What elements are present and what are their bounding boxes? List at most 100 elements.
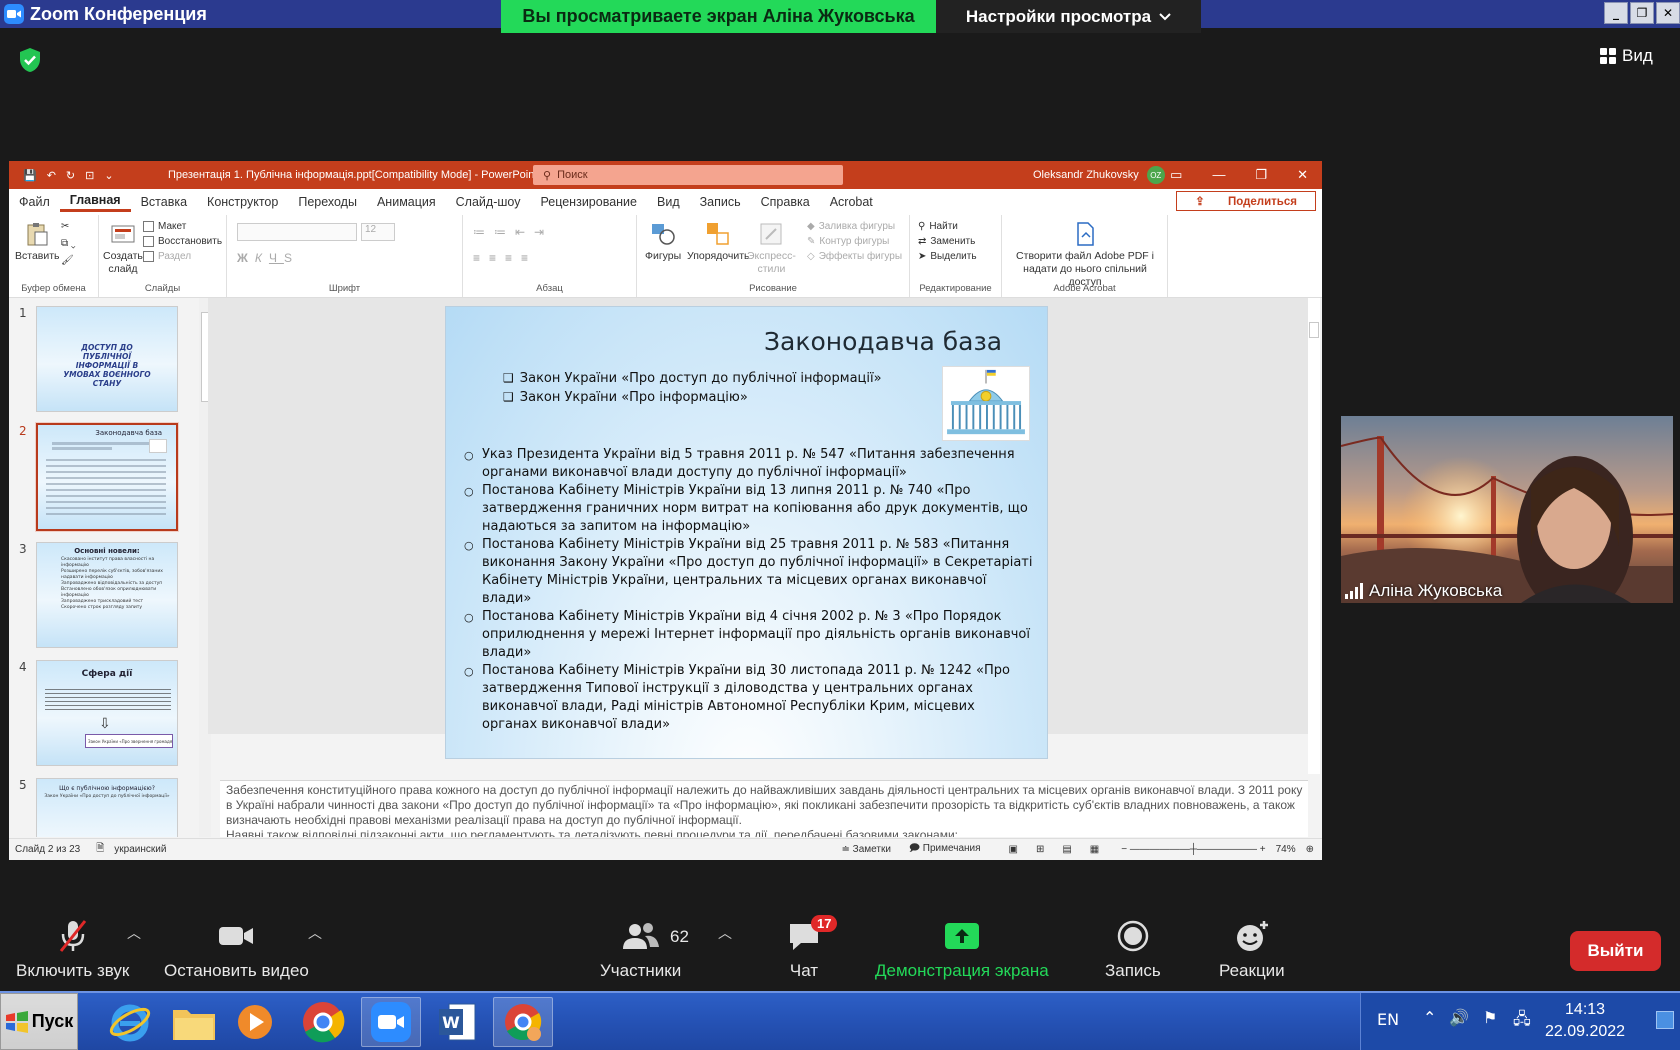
minimize-button[interactable]: _ <box>1604 2 1628 24</box>
show-desktop-button[interactable] <box>1656 1011 1674 1029</box>
restore-button[interactable]: ❐ <box>1630 2 1654 24</box>
section-button[interactable]: Раздел <box>143 251 222 262</box>
arrange-button[interactable]: Упорядочить <box>687 221 749 263</box>
new-slide-button[interactable]: Создать слайд <box>103 221 143 276</box>
create-pdf-button[interactable]: Створити файл Adobe PDF і надати до ньог… <box>1010 221 1160 289</box>
volume-icon[interactable]: 🔊 <box>1449 1008 1469 1027</box>
slide-thumbnail-1[interactable]: ДОСТУП ДО ПУБЛІЧНОЇ ІНФОРМАЦІЇ В УМОВАХ … <box>36 306 178 412</box>
list-buttons[interactable]: ≔≔⇤⇥ <box>473 225 553 239</box>
action-center-flag-icon[interactable]: ⚑ <box>1483 1008 1497 1027</box>
slide-thumbnail-4[interactable]: Сфера дії ⇩ Закон України «Про звернення… <box>36 660 178 766</box>
chrome-app[interactable] <box>293 997 353 1047</box>
tab-animations[interactable]: Анимация <box>367 195 446 209</box>
language-indicator[interactable]: EN <box>1377 1010 1399 1029</box>
present-icon[interactable]: ⊡ <box>85 169 94 182</box>
zoom-slider[interactable]: − ——————┼—————— + <box>1121 844 1265 855</box>
chrome-profile-icon <box>505 1004 542 1041</box>
ppt-close-icon[interactable]: ✕ <box>1297 167 1308 183</box>
participants-options-caret[interactable]: ︿ <box>718 923 732 943</box>
align-buttons[interactable]: ≡≡≡≡ <box>473 251 537 265</box>
audio-options-caret[interactable]: ︿ <box>127 923 141 943</box>
tab-record[interactable]: Запись <box>690 195 751 209</box>
tab-slideshow[interactable]: Слайд-шоу <box>446 195 531 209</box>
leave-meeting-button[interactable]: Выйти <box>1570 931 1661 971</box>
taskbar-clock[interactable]: 14:13 22.09.2022 <box>1545 999 1625 1043</box>
spellcheck-icon[interactable]: 🗎 <box>96 841 104 858</box>
quick-styles-button[interactable]: Экспресс- стили <box>747 221 796 276</box>
quick-styles-label-1: Экспресс- <box>747 250 796 262</box>
slide-thumbnail-5[interactable]: Що є публічною інформацією? Закон Україн… <box>36 778 178 837</box>
tab-help[interactable]: Справка <box>751 195 820 209</box>
ppt-search-input[interactable]: ⚲ Поиск <box>533 165 843 185</box>
scrollbar-thumb[interactable] <box>1309 322 1319 338</box>
parliament-building-image <box>942 366 1030 441</box>
font-size-select[interactable]: 12 <box>361 223 395 241</box>
tab-home[interactable]: Главная <box>59 193 131 212</box>
font-format-buttons[interactable]: ЖКЧS <box>237 251 299 265</box>
zoom-level[interactable]: 74% <box>1276 844 1296 855</box>
tab-review[interactable]: Рецензирование <box>530 195 647 209</box>
ribbon-display-icon[interactable]: ▭ <box>1170 167 1182 183</box>
zoom-app[interactable] <box>361 997 421 1047</box>
select-button[interactable]: ➤ Выделить <box>918 251 977 262</box>
share-screen-button[interactable]: Демонстрация экрана <box>875 919 1049 981</box>
cut-icon[interactable]: ✂ <box>61 221 76 232</box>
tab-file[interactable]: Файл <box>9 195 60 209</box>
format-painter-icon[interactable]: 🖌 <box>61 255 76 266</box>
shape-outline-button[interactable]: ✎ Контур фигуры <box>807 236 902 247</box>
reset-button[interactable]: Восстановить <box>143 236 222 247</box>
file-explorer-app[interactable] <box>164 997 224 1047</box>
stop-video-button[interactable]: Остановить видео <box>164 919 309 981</box>
thumb-number: 3 <box>19 542 27 556</box>
start-button[interactable]: Пуск <box>0 993 78 1050</box>
internet-explorer-app[interactable] <box>100 997 160 1047</box>
tab-insert[interactable]: Вставка <box>131 195 197 209</box>
ppt-user[interactable]: Oleksandr Zhukovsky OZ <box>1033 166 1165 184</box>
undo-icon[interactable]: ↶ <box>47 169 56 182</box>
slide-thumbnail-2[interactable]: Законодавча база <box>35 422 179 532</box>
tab-acrobat[interactable]: Acrobat <box>820 195 883 209</box>
notes-toggle[interactable]: ≐ Заметки <box>841 844 890 855</box>
participant-video-tile[interactable]: Аліна Жуковська <box>1341 416 1673 603</box>
media-player-app[interactable] <box>225 997 285 1047</box>
chrome-profile-app[interactable] <box>493 997 553 1047</box>
shape-effects-button[interactable]: ◇ Эффекты фигуры <box>807 251 902 262</box>
speaker-notes[interactable]: Забезпечення конституційного права кожно… <box>220 780 1308 837</box>
share-button[interactable]: ⇪ Поделиться <box>1176 191 1316 211</box>
view-options-button[interactable]: Настройки просмотра <box>936 0 1201 33</box>
tab-design[interactable]: Конструктор <box>197 195 288 209</box>
reactions-button[interactable]: Реакции <box>1219 919 1285 981</box>
replace-button[interactable]: ⇄ Заменить <box>918 236 977 247</box>
find-button[interactable]: ⚲ Найти <box>918 221 977 232</box>
tab-transitions[interactable]: Переходы <box>288 195 367 209</box>
font-name-select[interactable] <box>237 223 357 241</box>
word-app[interactable]: W <box>427 997 487 1047</box>
shapes-button[interactable]: Фигуры <box>645 221 681 263</box>
layout-button[interactable]: Макет <box>143 221 222 232</box>
current-slide[interactable]: Законодавча база Закон України «Про дост… <box>445 306 1048 759</box>
network-icon[interactable]: 🖧 <box>1513 1008 1531 1035</box>
record-button[interactable]: Запись <box>1105 919 1161 981</box>
video-options-caret[interactable]: ︿ <box>308 923 322 943</box>
ppt-restore-icon[interactable]: ❐ <box>1255 167 1267 183</box>
slide-thumbnail-3[interactable]: Основні новели: Скасовано інститут права… <box>36 542 178 648</box>
close-button[interactable]: ✕ <box>1656 2 1680 24</box>
language-status[interactable]: украинский <box>114 844 166 855</box>
group-clipboard: Вставить ✂ ⧉ ⌄ 🖌 Буфер обмена <box>9 215 99 297</box>
ppt-minimize-icon[interactable]: — <box>1212 167 1225 183</box>
save-icon[interactable]: 💾 <box>23 169 37 182</box>
redo-icon[interactable]: ↻ <box>66 169 75 182</box>
security-shield-icon[interactable] <box>16 46 44 74</box>
unmute-button[interactable]: Включить звук <box>16 919 129 981</box>
customize-icon[interactable]: ⌄ <box>104 169 113 182</box>
copy-icon[interactable]: ⧉ ⌄ <box>61 238 76 249</box>
view-mode-buttons[interactable]: ▣⊞▤▦ <box>1009 844 1118 855</box>
tab-view[interactable]: Вид <box>647 195 690 209</box>
editor-scrollbar[interactable] <box>1308 298 1320 774</box>
fit-slide-icon[interactable]: ⊕ <box>1306 844 1314 855</box>
paste-button[interactable]: Вставить <box>15 221 60 263</box>
comments-toggle[interactable]: 🗩 Примечания <box>909 841 981 858</box>
view-button[interactable]: Вид <box>1600 46 1653 66</box>
shape-fill-button[interactable]: ◆ Заливка фигуры <box>807 221 902 232</box>
tray-expand-icon[interactable]: ⌃ <box>1423 1008 1436 1027</box>
